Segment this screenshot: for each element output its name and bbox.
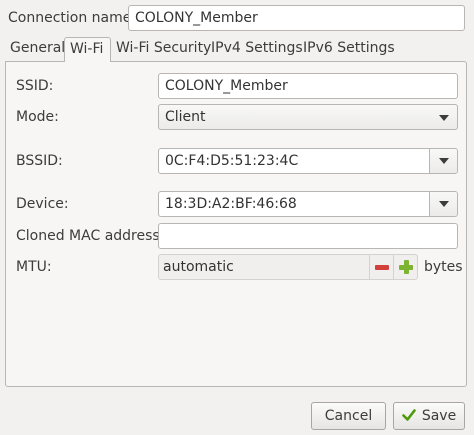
ssid-label: SSID: xyxy=(16,78,54,94)
save-button-label: Save xyxy=(421,408,457,424)
bssid-dropdown-button[interactable] xyxy=(429,149,457,173)
mode-value: Client xyxy=(165,109,206,125)
device-label: Device: xyxy=(16,196,69,212)
cancel-button-label: Cancel xyxy=(324,408,373,424)
device-value[interactable]: 18:3D:A2:BF:46:68 xyxy=(165,195,297,213)
checkmark-icon xyxy=(402,409,416,421)
cloned-mac-label: Cloned MAC address: xyxy=(16,228,165,244)
mtu-label: MTU: xyxy=(16,259,52,275)
tab-wifi-security[interactable]: Wi-Fi Security xyxy=(111,37,211,61)
device-combo[interactable]: 18:3D:A2:BF:46:68 xyxy=(158,191,458,217)
mtu-value[interactable]: automatic xyxy=(163,258,234,276)
tab-wifi[interactable]: Wi-Fi xyxy=(64,37,111,62)
tab-general[interactable]: General xyxy=(5,37,65,61)
device-dropdown-button[interactable] xyxy=(429,192,457,216)
mode-dropdown[interactable]: Client xyxy=(158,104,458,130)
mtu-increment-button[interactable] xyxy=(393,255,417,279)
connection-name-input[interactable]: COLONY_Member xyxy=(128,5,465,31)
tab-ipv6-settings[interactable]: IPv6 Settings xyxy=(298,37,395,61)
cloned-mac-input[interactable] xyxy=(158,223,458,249)
tab-ipv4-settings[interactable]: IPv4 Settings xyxy=(206,37,303,61)
chevron-down-icon xyxy=(439,115,449,121)
bssid-label: BSSID: xyxy=(16,153,63,169)
chevron-down-icon xyxy=(439,201,449,207)
minus-icon xyxy=(375,265,389,270)
bssid-value[interactable]: 0C:F4:D5:51:23:4C xyxy=(165,152,298,170)
connection-name-label: Connection name: xyxy=(8,10,137,26)
chevron-down-icon xyxy=(439,158,449,164)
cancel-button[interactable]: Cancel xyxy=(311,402,386,430)
ssid-input[interactable]: COLONY_Member xyxy=(158,73,458,99)
mtu-decrement-button[interactable] xyxy=(369,255,394,279)
mtu-unit-label: bytes xyxy=(424,259,463,275)
mode-label: Mode: xyxy=(16,109,59,125)
bssid-combo[interactable]: 0C:F4:D5:51:23:4C xyxy=(158,148,458,174)
save-button[interactable]: Save xyxy=(393,402,465,430)
mtu-spinbutton[interactable]: automatic xyxy=(158,254,418,280)
